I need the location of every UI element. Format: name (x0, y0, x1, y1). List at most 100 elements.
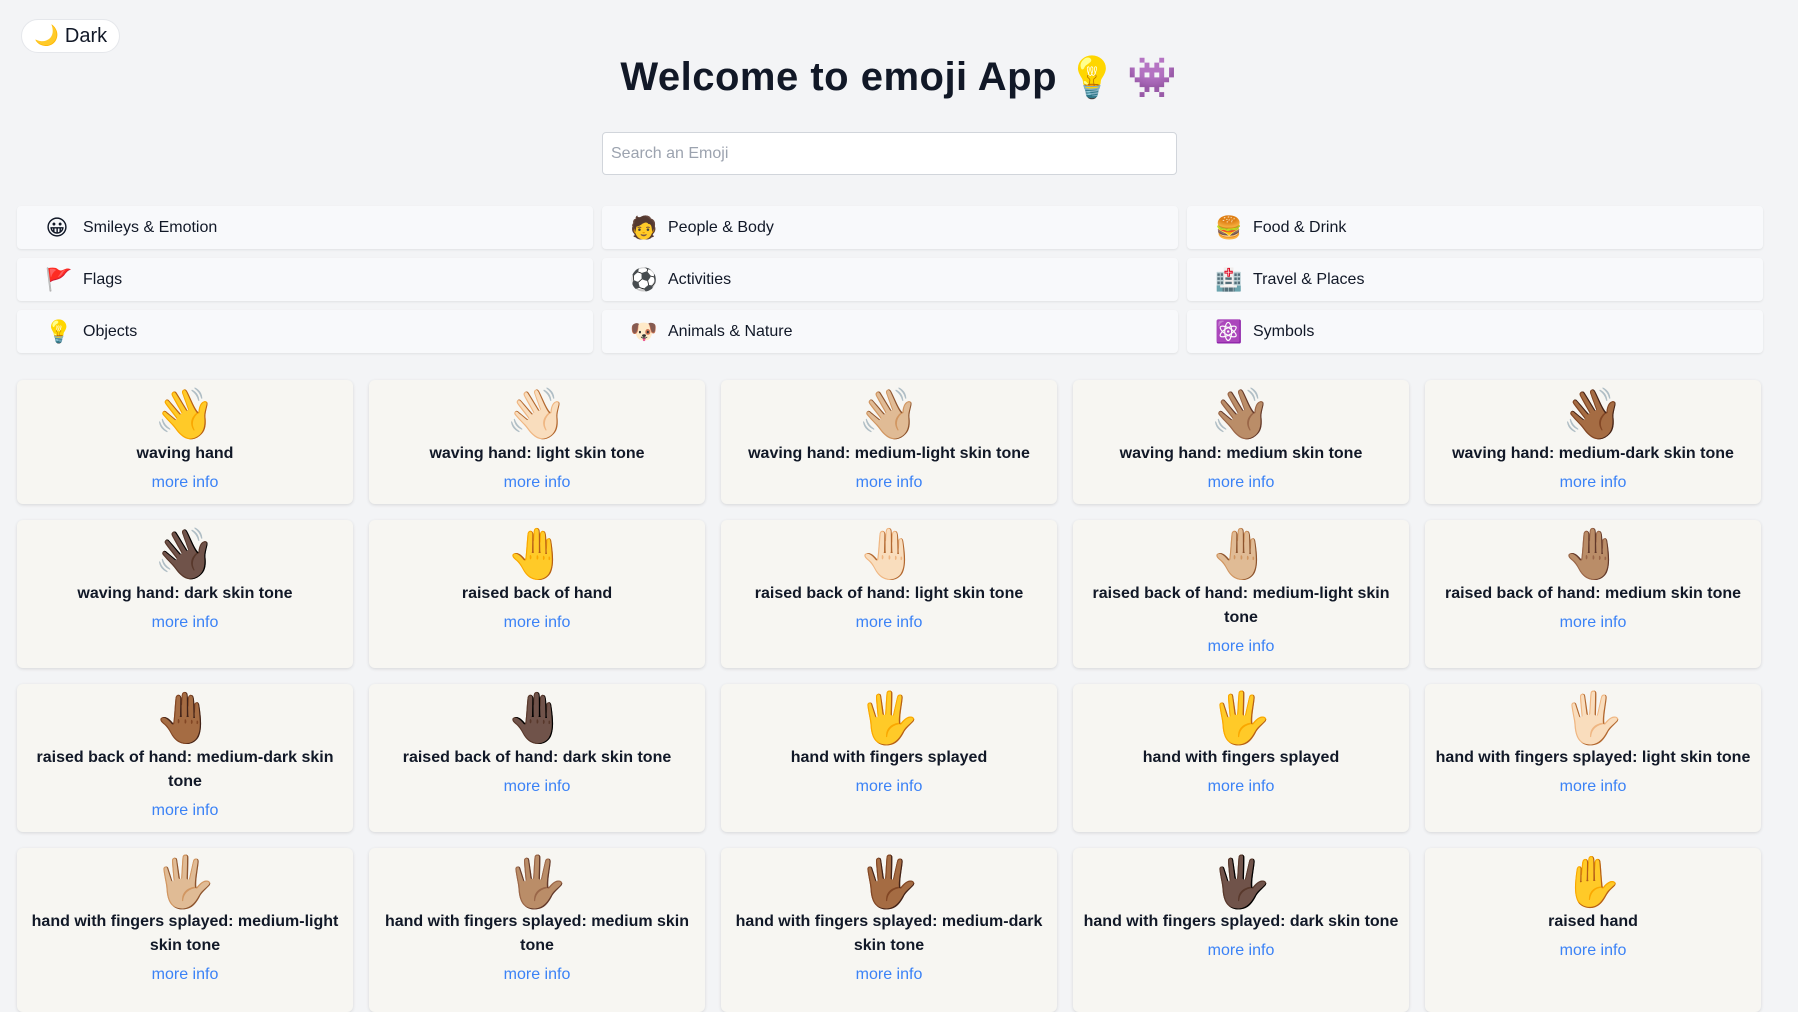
category-activities[interactable]: ⚽ Activities (602, 258, 1178, 301)
emoji-card: 🖐🏾 hand with fingers splayed: medium-dar… (721, 848, 1057, 1012)
category-people-body[interactable]: 🧑 People & Body (602, 206, 1178, 249)
category-flags[interactable]: 🚩 Flags (17, 258, 593, 301)
emoji-card: 🖐 hand with fingers splayed more info (1073, 684, 1409, 832)
hand-with-fingers-splayed-icon: 🖐🏿 (1209, 854, 1273, 910)
emoji-grid: 👋 waving hand more info 👋🏻 waving hand: … (17, 380, 1762, 1012)
emoji-name: hand with fingers splayed (790, 749, 988, 766)
emoji-name: hand with fingers splayed: dark skin ton… (1083, 913, 1399, 930)
emoji-name: raised back of hand: medium skin tone (1444, 585, 1742, 602)
waving-hand-icon: 👋🏼 (857, 386, 921, 442)
emoji-card: 🤚 raised back of hand more info (369, 520, 705, 668)
soccer-ball-icon: ⚽ (630, 266, 658, 292)
emoji-name: raised back of hand: medium-dark skin to… (36, 749, 334, 790)
more-info-link[interactable]: more info (152, 802, 219, 820)
more-info-link[interactable]: more info (1560, 942, 1627, 960)
emoji-name: raised back of hand: medium-light skin t… (1092, 585, 1390, 626)
emoji-name: hand with fingers splayed: light skin to… (1435, 749, 1751, 766)
dog-face-icon: 🐶 (630, 318, 658, 344)
more-info-link[interactable]: more info (1208, 638, 1275, 656)
emoji-card: 🤚🏻 raised back of hand: light skin tone … (721, 520, 1057, 668)
emoji-name: hand with fingers splayed: medium-light … (31, 913, 339, 954)
hospital-icon: 🏥 (1215, 266, 1243, 292)
waving-hand-icon: 👋🏻 (505, 386, 569, 442)
search-input[interactable] (602, 132, 1177, 175)
category-food-drink[interactable]: 🍔 Food & Drink (1187, 206, 1763, 249)
emoji-card: 🖐️ hand with fingers splayed more info (721, 684, 1057, 832)
emoji-name: raised back of hand (461, 585, 613, 602)
hand-with-fingers-splayed-icon: 🖐 (1209, 690, 1273, 746)
category-label: Flags (83, 270, 123, 288)
emoji-name: hand with fingers splayed (1142, 749, 1340, 766)
raised-back-of-hand-icon: 🤚🏻 (857, 526, 921, 582)
emoji-card: 🤚🏼 raised back of hand: medium-light ski… (1073, 520, 1409, 668)
alien-monster-icon: 👾 (1127, 56, 1178, 100)
more-info-link[interactable]: more info (504, 966, 571, 984)
more-info-link[interactable]: more info (1208, 474, 1275, 492)
more-info-link[interactable]: more info (856, 614, 923, 632)
emoji-card: 👋 waving hand more info (17, 380, 353, 504)
more-info-link[interactable]: more info (856, 966, 923, 984)
flag-icon: 🚩 (45, 266, 73, 292)
emoji-card: 🖐🏽 hand with fingers splayed: medium ski… (369, 848, 705, 1012)
emoji-name: waving hand: medium-light skin tone (748, 445, 1030, 462)
atom-symbol-icon: ⚛️ (1215, 318, 1243, 344)
category-label: Symbols (1253, 322, 1315, 340)
person-icon: 🧑 (630, 214, 658, 240)
emoji-name: waving hand: light skin tone (429, 445, 645, 462)
raised-back-of-hand-icon: 🤚 (505, 526, 569, 582)
emoji-name: raised hand (1548, 913, 1638, 930)
raised-back-of-hand-icon: 🤚🏽 (1561, 526, 1625, 582)
emoji-card: ✋ raised hand more info (1425, 848, 1761, 1012)
page-title: Welcome to emoji App 💡 👾 (0, 54, 1798, 101)
hand-with-fingers-splayed-icon: 🖐🏻 (1561, 690, 1625, 746)
hamburger-icon: 🍔 (1215, 214, 1243, 240)
more-info-link[interactable]: more info (152, 614, 219, 632)
emoji-name: waving hand: dark skin tone (77, 585, 293, 602)
emoji-name: waving hand (136, 445, 234, 462)
emoji-card: 🖐🏻 hand with fingers splayed: light skin… (1425, 684, 1761, 832)
more-info-link[interactable]: more info (856, 474, 923, 492)
more-info-link[interactable]: more info (1208, 942, 1275, 960)
emoji-card: 🖐🏿 hand with fingers splayed: dark skin … (1073, 848, 1409, 1012)
emoji-card: 👋🏾 waving hand: medium-dark skin tone mo… (1425, 380, 1761, 504)
emoji-name: raised back of hand: light skin tone (754, 585, 1024, 602)
category-smileys-emotion[interactable]: 😀 Smileys & Emotion (17, 206, 593, 249)
hand-with-fingers-splayed-icon: 🖐️ (857, 690, 921, 746)
more-info-link[interactable]: more info (1560, 614, 1627, 632)
more-info-link[interactable]: more info (152, 474, 219, 492)
more-info-link[interactable]: more info (1560, 474, 1627, 492)
moon-icon: 🌙 (34, 25, 59, 47)
more-info-link[interactable]: more info (856, 778, 923, 796)
emoji-card: 👋🏻 waving hand: light skin tone more inf… (369, 380, 705, 504)
more-info-link[interactable]: more info (504, 778, 571, 796)
category-label: Activities (668, 270, 732, 288)
page-title-text: Welcome to emoji App (620, 55, 1058, 99)
hand-with-fingers-splayed-icon: 🖐🏾 (857, 854, 921, 910)
more-info-link[interactable]: more info (152, 966, 219, 984)
more-info-link[interactable]: more info (504, 614, 571, 632)
emoji-card: 👋🏼 waving hand: medium-light skin tone m… (721, 380, 1057, 504)
grinning-face-icon: 😀 (45, 214, 69, 240)
hand-with-fingers-splayed-icon: 🖐🏽 (505, 854, 569, 910)
raised-back-of-hand-icon: 🤚🏾 (153, 690, 217, 746)
emoji-name: waving hand: medium skin tone (1119, 445, 1363, 462)
category-animals-nature[interactable]: 🐶 Animals & Nature (602, 310, 1178, 353)
emoji-card: 🖐🏼 hand with fingers splayed: medium-lig… (17, 848, 353, 1012)
waving-hand-icon: 👋 (153, 386, 217, 442)
category-label: Objects (83, 322, 138, 340)
theme-toggle-button[interactable]: 🌙 Dark (21, 19, 121, 53)
emoji-card: 🤚🏾 raised back of hand: medium-dark skin… (17, 684, 353, 832)
more-info-link[interactable]: more info (504, 474, 571, 492)
category-travel-places[interactable]: 🏥 Travel & Places (1187, 258, 1763, 301)
waving-hand-icon: 👋🏿 (153, 526, 217, 582)
emoji-name: raised back of hand: dark skin tone (402, 749, 672, 766)
more-info-link[interactable]: more info (1560, 778, 1627, 796)
more-info-link[interactable]: more info (1208, 778, 1275, 796)
category-objects[interactable]: 💡 Objects (17, 310, 593, 353)
category-symbols[interactable]: ⚛️ Symbols (1187, 310, 1763, 353)
emoji-name: waving hand: medium-dark skin tone (1452, 445, 1734, 462)
category-list: 😀 Smileys & Emotion 🧑 People & Body 🍔 Fo… (17, 206, 1763, 353)
lightbulb-icon: 💡 (1067, 56, 1118, 100)
category-label: People & Body (668, 218, 774, 236)
category-label: Food & Drink (1253, 218, 1347, 236)
